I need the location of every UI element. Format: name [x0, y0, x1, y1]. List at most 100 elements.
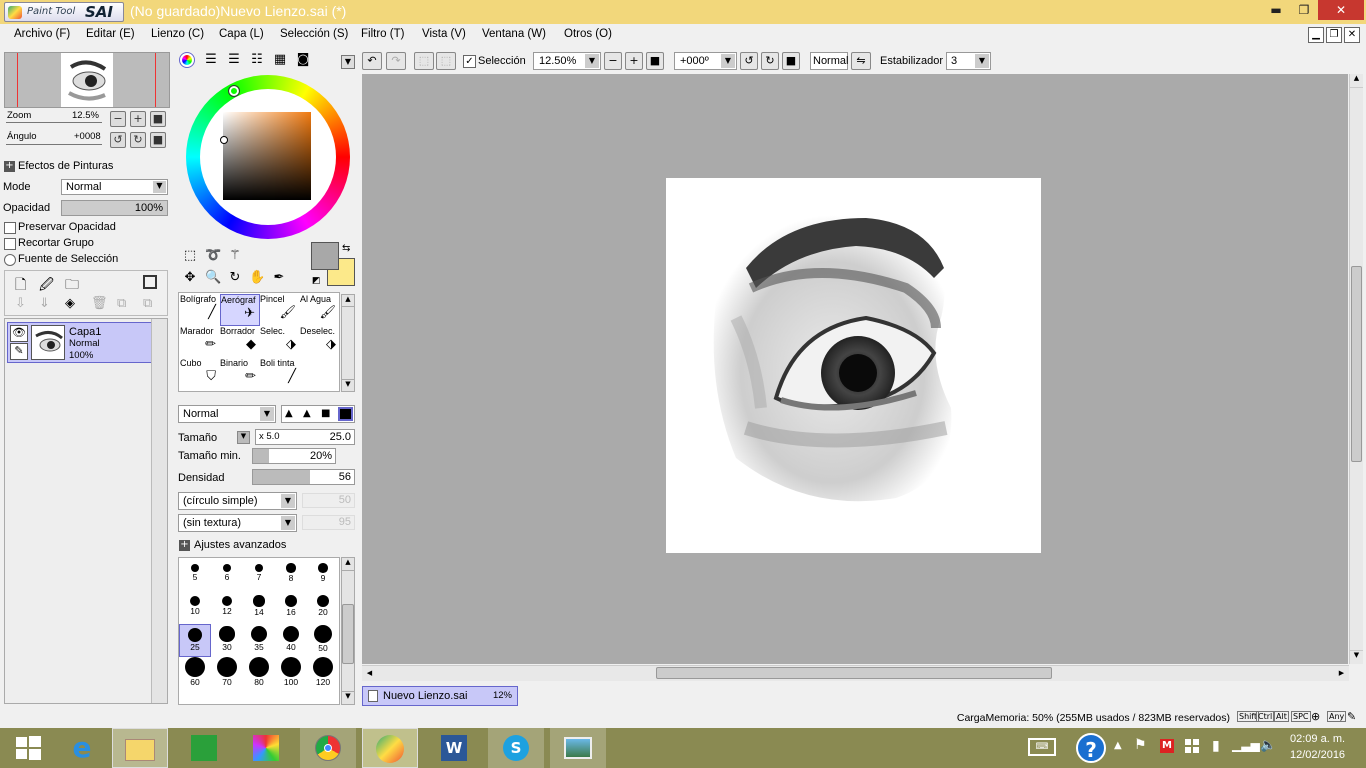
- edge-hardest-icon[interactable]: [338, 407, 353, 421]
- brush-blend-select[interactable]: Normal ▼: [178, 405, 276, 423]
- brush-size-cell[interactable]: 25: [179, 624, 211, 657]
- brush-boli-tinta[interactable]: Boli tinta ╱: [260, 358, 300, 390]
- color-wheel-tab-icon[interactable]: [179, 52, 195, 68]
- rect-select-icon[interactable]: ⬚: [182, 248, 198, 264]
- angle-select[interactable]: +000º ▼: [674, 52, 737, 70]
- size-slider[interactable]: x 5.0 25.0: [255, 429, 355, 445]
- brush-binario[interactable]: Binario ✏: [220, 358, 260, 390]
- brush-size-cell[interactable]: 120: [307, 657, 339, 690]
- new-layer-icon[interactable]: 🗋: [15, 274, 26, 298]
- menu-ventana[interactable]: Ventana (W): [482, 28, 546, 40]
- edge-soft-icon[interactable]: ▲: [285, 408, 293, 419]
- brush-size-cell[interactable]: 50: [307, 624, 339, 657]
- expand-icon[interactable]: +: [179, 540, 190, 551]
- brush-marcador[interactable]: Marador ✏: [180, 326, 220, 358]
- layer-scrollbar[interactable]: [151, 319, 167, 703]
- size-grid-scrollbar[interactable]: ▲ ▼: [341, 557, 355, 705]
- edge-medium-icon[interactable]: ▲: [303, 408, 311, 419]
- mode-select[interactable]: Normal ▼: [61, 179, 168, 195]
- layer-mask-icon[interactable]: [143, 275, 157, 289]
- mdi-restore-button[interactable]: ❐: [1326, 27, 1342, 43]
- size-multiplier-dropdown[interactable]: ▼: [237, 431, 250, 444]
- file-explorer-icon[interactable]: [112, 728, 168, 768]
- edge-hard-icon[interactable]: ■: [321, 408, 330, 419]
- menu-filtro[interactable]: Filtro (T): [361, 28, 404, 40]
- brush-aerografo[interactable]: Aerógraf ✈: [220, 294, 260, 326]
- brush-size-cell[interactable]: 40: [275, 624, 307, 657]
- toolbar-rotate-reset-button[interactable]: ■: [782, 52, 800, 70]
- menu-otros[interactable]: Otros (O): [564, 28, 612, 40]
- zoom-in-button[interactable]: +: [130, 111, 146, 127]
- brush-size-cell[interactable]: 14: [243, 591, 275, 624]
- canvas-horizontal-scrollbar[interactable]: ◀ ▶: [362, 665, 1349, 681]
- brush-grid-scrollbar[interactable]: ▲ ▼: [341, 294, 355, 392]
- show-hidden-icons-icon[interactable]: ▲: [1114, 740, 1122, 751]
- stabilizer-select[interactable]: 3 ▼: [946, 52, 991, 70]
- canvas-vertical-scrollbar[interactable]: ▲ ▼: [1349, 74, 1363, 664]
- clip-group-checkbox[interactable]: [4, 238, 16, 250]
- menu-vista[interactable]: Vista (V): [422, 28, 466, 40]
- clock-time[interactable]: 02:09 a. m.: [1290, 733, 1345, 745]
- scratchpad-icon[interactable]: ◙: [295, 52, 311, 68]
- swatches-icon[interactable]: ▦: [272, 52, 288, 68]
- magic-wand-icon[interactable]: ⚚: [227, 248, 243, 264]
- expand-icon[interactable]: +: [4, 161, 15, 172]
- help-icon[interactable]: ?: [1076, 733, 1106, 763]
- brush-boligrafo[interactable]: Bolígrafo ╱: [180, 294, 220, 326]
- layer-row[interactable]: 👁 ✎ Capa1 Normal 100%: [7, 322, 152, 363]
- clock-date[interactable]: 12/02/2016: [1290, 749, 1345, 761]
- action-center-flag-icon[interactable]: ⚑: [1134, 737, 1147, 753]
- drawing-canvas[interactable]: [666, 178, 1041, 553]
- brush-size-cell[interactable]: 9: [307, 558, 339, 591]
- selection-source-radio[interactable]: [4, 254, 16, 266]
- density-slider[interactable]: 56: [252, 469, 355, 485]
- transparent-color-icon[interactable]: ◩: [312, 276, 321, 286]
- saturation-value-square[interactable]: [223, 112, 311, 200]
- volume-icon[interactable]: 🔈: [1260, 738, 1276, 753]
- brush-texture-select[interactable]: (sin textura) ▼: [178, 514, 297, 532]
- brush-size-cell[interactable]: 100: [275, 657, 307, 690]
- mdi-close-button[interactable]: ✕: [1344, 27, 1360, 43]
- photos-icon[interactable]: [550, 728, 606, 768]
- zoom-reset-button[interactable]: ■: [150, 111, 166, 127]
- menu-capa[interactable]: Capa (L): [219, 28, 264, 40]
- toolbar-zoom-reset-button[interactable]: ■: [646, 52, 664, 70]
- brush-borrador[interactable]: Borrador ◆: [220, 326, 260, 358]
- signal-icon[interactable]: ▁▃▅: [1232, 738, 1260, 752]
- opacity-slider[interactable]: 100%: [61, 200, 168, 216]
- intermediate-color-icon[interactable]: ☷: [249, 52, 265, 68]
- menu-lienzo[interactable]: Lienzo (C): [151, 28, 204, 40]
- toolbar-zoom-in-button[interactable]: +: [625, 52, 643, 70]
- rotate-icon[interactable]: ↻: [227, 270, 243, 286]
- new-folder-icon[interactable]: 🗀: [65, 274, 79, 298]
- hue-marker[interactable]: [228, 85, 240, 97]
- internet-explorer-icon[interactable]: e: [54, 728, 110, 768]
- restore-button[interactable]: ❐: [1290, 0, 1318, 20]
- zoom-select[interactable]: 12.50% ▼: [533, 52, 601, 70]
- paint-app-icon[interactable]: [238, 728, 294, 768]
- minimize-button[interactable]: ▬: [1262, 0, 1290, 20]
- brush-size-cell[interactable]: 8: [275, 558, 307, 591]
- brush-deselec[interactable]: Deselec. ⬗: [300, 326, 340, 358]
- mdi-minimize-button[interactable]: ▁: [1308, 27, 1324, 43]
- paint-tool-sai-icon[interactable]: [362, 728, 418, 768]
- eyedropper-icon[interactable]: ✒: [271, 270, 287, 286]
- panel-dropdown-icon[interactable]: ▼: [341, 55, 355, 69]
- brush-size-cell[interactable]: 6: [211, 558, 243, 591]
- eye-icon[interactable]: 👁: [10, 325, 28, 342]
- battery-icon[interactable]: ▮: [1212, 738, 1220, 754]
- brush-lock-icon[interactable]: ✎: [10, 343, 28, 360]
- chrome-icon[interactable]: [300, 728, 356, 768]
- skype-icon[interactable]: S: [488, 728, 544, 768]
- brush-cubo[interactable]: Cubo ⛉: [180, 358, 220, 390]
- hsv-sliders-icon[interactable]: ☰: [226, 52, 242, 68]
- clear-layer-icon[interactable]: ◈: [65, 296, 75, 311]
- rotate-right-button[interactable]: ↻: [130, 132, 146, 148]
- toolbar-rotate-left-button[interactable]: ↺: [740, 52, 758, 70]
- flip-horizontal-button[interactable]: ⇋: [851, 52, 871, 70]
- brush-size-cell[interactable]: 7: [243, 558, 275, 591]
- brush-size-cell[interactable]: 35: [243, 624, 275, 657]
- move-icon[interactable]: ✥: [182, 270, 198, 286]
- zoom-icon[interactable]: 🔍: [205, 270, 221, 286]
- undo-button[interactable]: ↶: [362, 52, 382, 70]
